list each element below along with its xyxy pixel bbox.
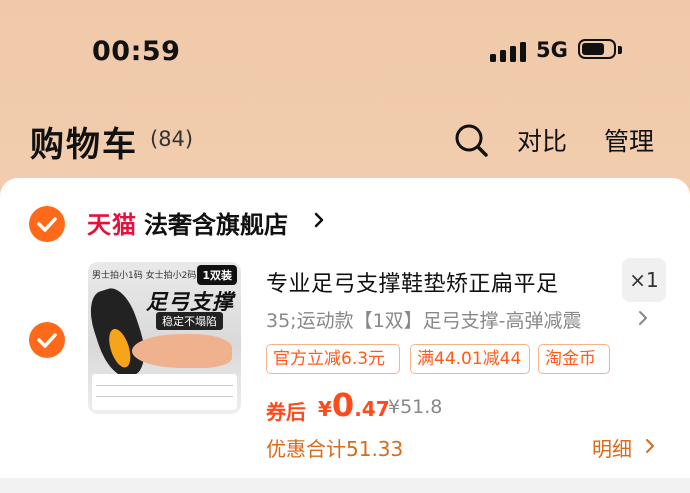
store-name-link[interactable]: 法奢含旗舰店 bbox=[144, 205, 288, 240]
image-size-note: 男士拍小1码 女士拍小2码 bbox=[92, 271, 197, 281]
tmall-logo: 天猫 bbox=[87, 211, 137, 239]
check-icon bbox=[37, 217, 57, 232]
network-type: 5G bbox=[536, 38, 568, 62]
chevron-right-icon[interactable] bbox=[313, 211, 325, 229]
store-select-checkbox[interactable] bbox=[29, 206, 65, 242]
insole-illustration bbox=[88, 283, 153, 383]
check-icon bbox=[37, 333, 57, 348]
price-currency: ¥ bbox=[318, 397, 332, 421]
compare-button[interactable]: 对比 bbox=[517, 122, 567, 158]
foot-illustration bbox=[132, 334, 232, 368]
manage-button[interactable]: 管理 bbox=[604, 122, 654, 158]
search-icon[interactable] bbox=[453, 122, 489, 158]
cart-header: 购物车 (84) 对比 管理 bbox=[0, 105, 690, 175]
discount-total: 优惠合计51.33 bbox=[266, 437, 404, 461]
size-chart-graphic bbox=[92, 374, 237, 410]
final-price: ¥0.47 bbox=[318, 386, 390, 424]
original-price: ¥51.8 bbox=[388, 396, 443, 418]
price-label: 券后 bbox=[266, 400, 306, 424]
cart-count: (84) bbox=[150, 127, 194, 151]
status-time: 00:59 bbox=[92, 36, 181, 67]
product-title[interactable]: 专业足弓支撑鞋垫矫正扁平足 bbox=[266, 266, 559, 298]
battery-icon bbox=[578, 39, 624, 63]
promo-tag: 满44.01减44 bbox=[410, 344, 530, 374]
image-pack-badge: 1双装 bbox=[197, 265, 237, 285]
page-title: 购物车 bbox=[30, 125, 138, 165]
discount-detail-link[interactable]: 明细 bbox=[592, 433, 632, 462]
quantity-badge[interactable]: ×1 bbox=[622, 258, 666, 302]
image-subheadline: 稳定不塌陷 bbox=[156, 312, 223, 330]
item-select-checkbox[interactable] bbox=[29, 322, 65, 358]
chevron-right-icon[interactable] bbox=[638, 310, 648, 326]
promo-tag: 官方立减6.3元 bbox=[266, 344, 400, 374]
price-integer: 0 bbox=[331, 386, 355, 424]
product-spec-selector[interactable]: 35;运动款【1双】足弓支撑-高弹减震 bbox=[266, 306, 582, 333]
price-decimal: .47 bbox=[354, 397, 390, 421]
cart-store-card: 天猫 法奢含旗舰店 男士拍小1码 女士拍小2码 1双装 足弓支撑 稳定不塌陷 专… bbox=[0, 178, 690, 478]
product-image[interactable]: 男士拍小1码 女士拍小2码 1双装 足弓支撑 稳定不塌陷 bbox=[88, 262, 241, 414]
promo-tag: 淘金币 bbox=[538, 344, 610, 374]
next-card-edge bbox=[0, 478, 690, 493]
signal-icon bbox=[490, 40, 526, 62]
status-bar: 00:59 5G bbox=[0, 0, 690, 100]
chevron-right-icon[interactable] bbox=[645, 438, 655, 454]
